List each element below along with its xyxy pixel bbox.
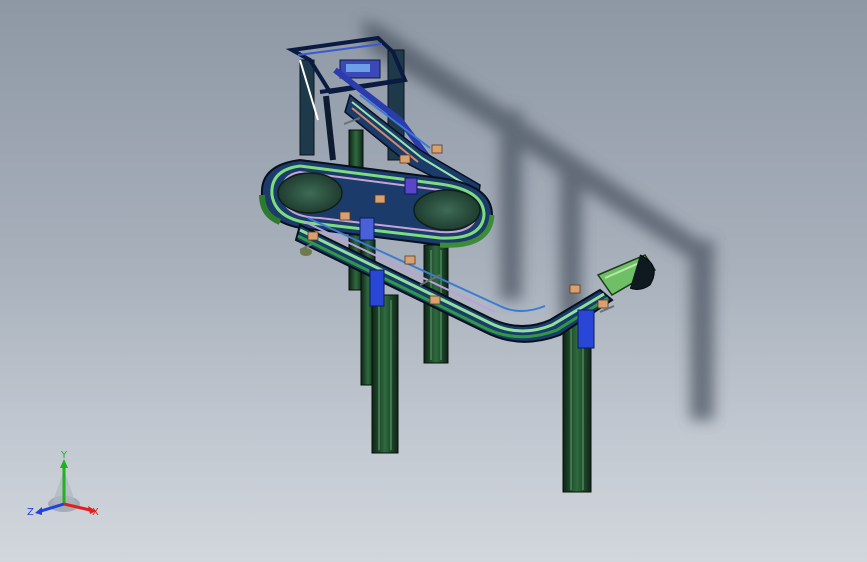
z-axis-label: Z	[27, 507, 34, 518]
y-axis-label: Y	[60, 450, 68, 461]
support-columns	[299, 49, 592, 493]
axis-triad-icon: Y X Z	[27, 450, 99, 518]
cad-3d-viewport[interactable]: Y X Z	[0, 0, 867, 562]
x-axis-label: X	[92, 507, 99, 518]
conveyor-model-render[interactable]	[0, 0, 867, 562]
